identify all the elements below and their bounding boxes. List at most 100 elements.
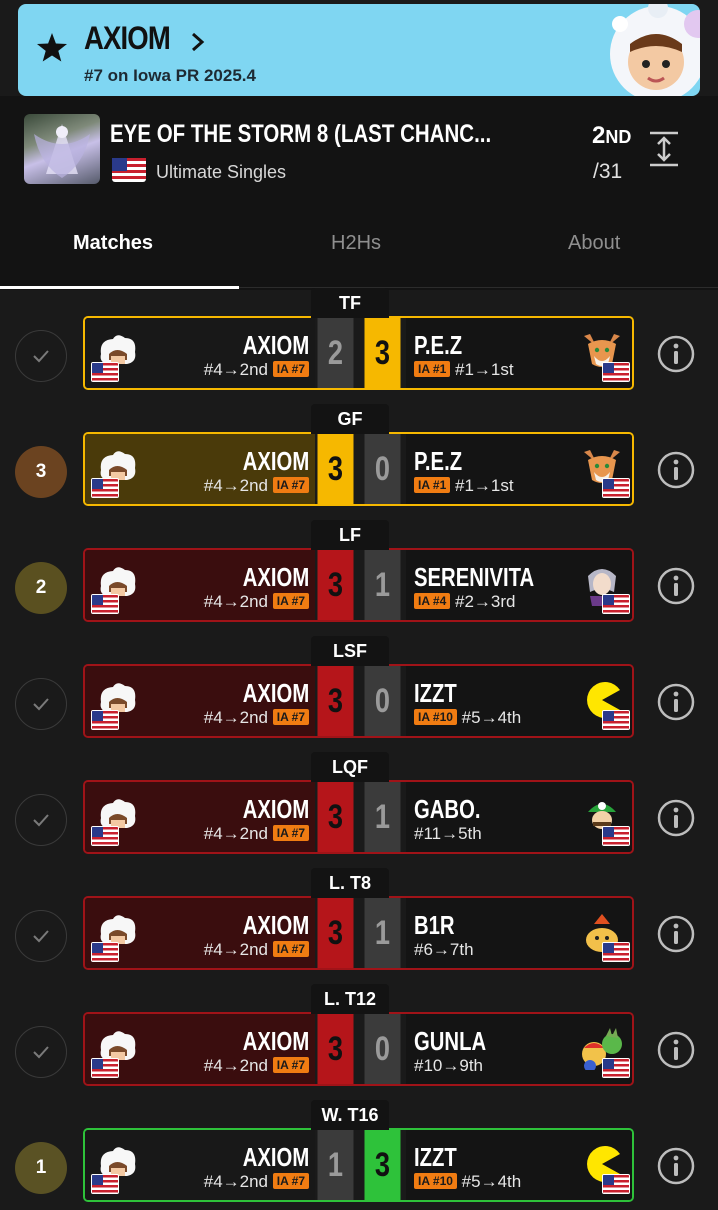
left-player-panel: AXIOM #4→2nd IA #7 bbox=[85, 782, 315, 852]
match-row-3[interactable]: LF 2 AXIOM #4→2nd IA #7 3 1 SERENIVITA I… bbox=[0, 520, 718, 630]
match-status[interactable]: 3 bbox=[15, 446, 67, 498]
left-player-name: AXIOM bbox=[242, 910, 309, 940]
info-icon[interactable] bbox=[656, 914, 696, 954]
match-card[interactable]: AXIOM #4→2nd IA #7 1 3 IZZT IA #10 #5→4t… bbox=[83, 1128, 634, 1202]
right-player-name: GUNLA bbox=[414, 1026, 487, 1056]
right-player-name: B1R bbox=[414, 910, 455, 940]
us-flag-icon bbox=[112, 158, 146, 182]
match-card[interactable]: AXIOM #4→2nd IA #7 3 1 B1R #6→7th bbox=[83, 896, 634, 970]
us-flag-icon bbox=[91, 942, 119, 962]
check-icon[interactable] bbox=[15, 330, 67, 382]
round-label: GF bbox=[311, 404, 389, 434]
right-player-seed: IA #4 #2→3rd bbox=[414, 592, 515, 612]
pr-badge: IA #7 bbox=[272, 941, 309, 957]
us-flag-icon bbox=[602, 1174, 630, 1194]
left-score: 3 bbox=[317, 898, 354, 968]
pr-badge: IA #7 bbox=[272, 825, 309, 841]
check-icon[interactable] bbox=[15, 794, 67, 846]
left-player-name: AXIOM bbox=[242, 1142, 309, 1172]
left-player-panel: AXIOM #4→2nd IA #7 bbox=[85, 666, 315, 736]
us-flag-icon bbox=[91, 710, 119, 730]
us-flag-icon bbox=[602, 710, 630, 730]
match-row-6[interactable]: L. T8 AXIOM #4→2nd IA #7 3 1 B1R #6→7th bbox=[0, 868, 718, 978]
right-player-seed: #10→9th bbox=[414, 1056, 483, 1075]
match-card[interactable]: AXIOM #4→2nd IA #7 2 3 P.E.Z IA #1 #1→1s… bbox=[83, 316, 634, 390]
left-player-seed: #4→2nd IA #7 bbox=[204, 476, 309, 496]
match-status[interactable]: 1 bbox=[15, 1142, 67, 1194]
match-row-5[interactable]: LQF AXIOM #4→2nd IA #7 3 1 GABO. #11→5th bbox=[0, 752, 718, 862]
match-row-8[interactable]: W. T16 1 AXIOM #4→2nd IA #7 1 3 IZZT IA … bbox=[0, 1100, 718, 1210]
event-header: EYE OF THE STORM 8 (LAST CHANC... Ultima… bbox=[0, 96, 718, 290]
left-player-seed: #4→2nd IA #7 bbox=[204, 940, 309, 960]
round-label: TF bbox=[311, 288, 389, 318]
match-row-2[interactable]: GF 3 AXIOM #4→2nd IA #7 3 0 P.E.Z IA #1 … bbox=[0, 404, 718, 514]
event-game: Ultimate Singles bbox=[156, 162, 287, 182]
tab-about[interactable]: About bbox=[568, 232, 620, 255]
tab-h2hs[interactable]: H2Hs bbox=[331, 232, 381, 255]
round-label: LSF bbox=[311, 636, 389, 666]
left-player-name: AXIOM bbox=[242, 446, 309, 476]
match-row-4[interactable]: LSF AXIOM #4→2nd IA #7 3 0 IZZT IA #10 #… bbox=[0, 636, 718, 746]
right-player-seed: IA #10 #5→4th bbox=[414, 708, 521, 728]
info-icon[interactable] bbox=[656, 450, 696, 490]
round-label: W. T16 bbox=[311, 1100, 389, 1130]
us-flag-icon bbox=[602, 1058, 630, 1078]
match-status[interactable]: 2 bbox=[15, 562, 67, 614]
left-score: 3 bbox=[317, 550, 354, 620]
pr-badge: IA #7 bbox=[272, 593, 309, 609]
left-player-panel: AXIOM #4→2nd IA #7 bbox=[85, 898, 315, 968]
left-player-name: AXIOM bbox=[242, 678, 309, 708]
info-icon[interactable] bbox=[656, 682, 696, 722]
left-player-seed: #4→2nd IA #7 bbox=[204, 1172, 309, 1192]
pr-badge: IA #7 bbox=[272, 361, 309, 377]
left-score: 3 bbox=[317, 666, 354, 736]
match-row-1[interactable]: TF AXIOM #4→2nd IA #7 2 3 P.E.Z IA #1 #1… bbox=[0, 288, 718, 398]
right-player-name: IZZT bbox=[414, 678, 457, 708]
expand-vertical-icon[interactable] bbox=[648, 130, 680, 168]
match-card[interactable]: AXIOM #4→2nd IA #7 3 0 IZZT IA #10 #5→4t… bbox=[83, 664, 634, 738]
left-player-seed: #4→2nd IA #7 bbox=[204, 708, 309, 728]
match-card[interactable]: AXIOM #4→2nd IA #7 3 1 GABO. #11→5th bbox=[83, 780, 634, 854]
check-icon[interactable] bbox=[15, 678, 67, 730]
pr-badge: IA #10 bbox=[414, 709, 457, 725]
left-player-name: AXIOM bbox=[242, 794, 309, 824]
left-player-seed: #4→2nd IA #7 bbox=[204, 592, 309, 612]
right-score: 3 bbox=[364, 1130, 401, 1200]
right-player-seed: IA #1 #1→1st bbox=[414, 360, 514, 380]
info-icon[interactable] bbox=[656, 566, 696, 606]
pr-badge: IA #1 bbox=[414, 477, 451, 493]
player-ranking: #7 on Iowa PR 2025.4 bbox=[84, 66, 256, 85]
event-tabs: Matches H2Hs About bbox=[0, 224, 718, 284]
match-card[interactable]: AXIOM #4→2nd IA #7 3 0 GUNLA #10→9th bbox=[83, 1012, 634, 1086]
match-card[interactable]: AXIOM #4→2nd IA #7 3 0 P.E.Z IA #1 #1→1s… bbox=[83, 432, 634, 506]
us-flag-icon bbox=[91, 826, 119, 846]
left-score: 3 bbox=[317, 1014, 354, 1084]
left-score: 2 bbox=[317, 318, 354, 388]
right-score: 1 bbox=[364, 550, 401, 620]
round-label: L. T12 bbox=[311, 984, 389, 1014]
event-thumbnail[interactable] bbox=[24, 114, 100, 184]
info-icon[interactable] bbox=[656, 1030, 696, 1070]
us-flag-icon bbox=[602, 478, 630, 498]
round-label: L. T8 bbox=[311, 868, 389, 898]
tab-matches[interactable]: Matches bbox=[73, 232, 153, 255]
event-title[interactable]: EYE OF THE STORM 8 (LAST CHANC... bbox=[110, 120, 491, 149]
match-row-7[interactable]: L. T12 AXIOM #4→2nd IA #7 3 0 GUNLA #10→… bbox=[0, 984, 718, 1094]
pr-badge: IA #7 bbox=[272, 709, 309, 725]
right-score: 1 bbox=[364, 782, 401, 852]
right-player-name: GABO. bbox=[414, 794, 481, 824]
player-banner[interactable]: AXIOM #7 on Iowa PR 2025.4 bbox=[18, 4, 700, 96]
left-player-panel: AXIOM #4→2nd IA #7 bbox=[85, 550, 315, 620]
match-card[interactable]: AXIOM #4→2nd IA #7 3 1 SERENIVITA IA #4 … bbox=[83, 548, 634, 622]
event-entrants: /31 bbox=[593, 160, 623, 183]
right-player-panel: B1R #6→7th bbox=[406, 898, 632, 968]
pr-badge: IA #4 bbox=[414, 593, 451, 609]
us-flag-icon bbox=[91, 478, 119, 498]
check-icon[interactable] bbox=[15, 910, 67, 962]
info-icon[interactable] bbox=[656, 798, 696, 838]
info-icon[interactable] bbox=[656, 1146, 696, 1186]
us-flag-icon bbox=[602, 826, 630, 846]
check-icon[interactable] bbox=[15, 1026, 67, 1078]
info-icon[interactable] bbox=[656, 334, 696, 374]
right-player-name: SERENIVITA bbox=[414, 562, 535, 592]
